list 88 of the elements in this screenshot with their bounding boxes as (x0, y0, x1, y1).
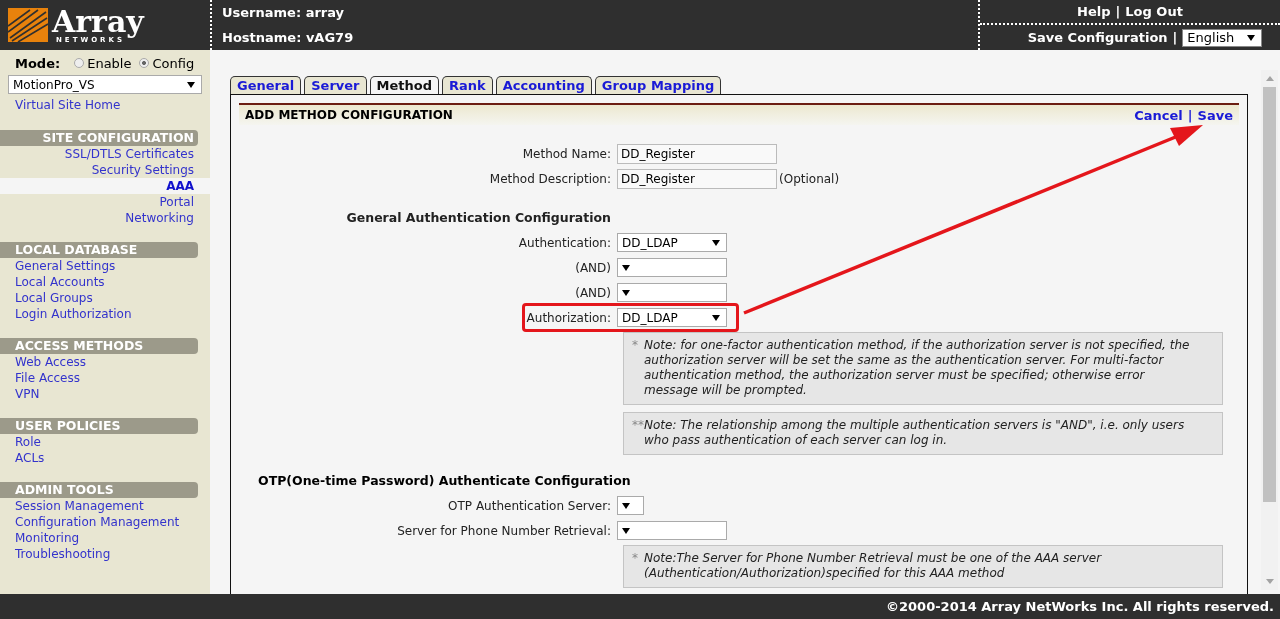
sidebar-item[interactable]: Local Accounts (0, 274, 210, 290)
select-field[interactable]: DD_LDAP (617, 233, 727, 252)
sidebar-item[interactable]: Troubleshooting (0, 546, 210, 562)
caret-icon (622, 502, 630, 509)
caret-icon (1247, 34, 1256, 41)
logo-wordmark: Array (52, 6, 144, 37)
section-heading: OTP(One-time Password) Authenticate Configuration (258, 473, 631, 488)
select-field[interactable]: DD_LDAP (617, 308, 727, 327)
sidebar-item[interactable]: Configuration Management (0, 514, 210, 530)
link-separator: | (1187, 107, 1193, 123)
language-select[interactable]: English (1182, 28, 1263, 47)
sidebar-item[interactable]: Monitoring (0, 530, 210, 546)
sidebar-item[interactable]: VPN (0, 386, 210, 402)
sidebar-item[interactable]: Security Settings (0, 162, 210, 178)
sidebar-item[interactable]: Login Authorization (0, 306, 210, 322)
caret-icon (622, 264, 630, 271)
panel-title: ADD METHOD CONFIGURATION (245, 108, 453, 122)
scroll-up-icon[interactable] (1265, 76, 1274, 81)
scrollbar[interactable] (1261, 70, 1278, 590)
tab[interactable]: Method (369, 76, 439, 94)
sidebar-item[interactable]: Web Access (0, 354, 210, 370)
sidebar-item[interactable]: Role (0, 434, 210, 450)
caret-icon (622, 289, 630, 296)
save-configuration-link[interactable]: Save Configuration (1027, 30, 1168, 45)
sidebar-item[interactable]: Networking (0, 210, 210, 226)
field-hint: (Optional) (779, 171, 840, 186)
caret-icon (187, 81, 195, 88)
note-text: Note: The relationship among the multiple authentication servers is "AND", i.e. only users who pass authentication of each server can log in. (644, 418, 1185, 447)
sidebar-item[interactable]: File Access (0, 370, 210, 386)
select-field[interactable] (617, 521, 727, 540)
section-heading: General Authentication Configuration (345, 210, 612, 225)
tab[interactable]: Server (304, 76, 367, 94)
mode-label: Mode: (15, 55, 61, 71)
select-field[interactable] (617, 496, 644, 515)
sidebar-item[interactable]: ACLs (0, 450, 210, 466)
note-marker: * (632, 551, 638, 566)
field-label: Server for Phone Number Retrieval: (396, 523, 612, 538)
input-field[interactable]: DD_Register (617, 143, 777, 164)
tab[interactable]: General (230, 76, 302, 94)
field-label: Method Name: (521, 146, 612, 161)
caret-icon (712, 239, 720, 246)
note-marker: ** (632, 418, 644, 433)
section-header: SITE CONFIGURATION (0, 130, 198, 146)
sidebar-item[interactable]: AAA (0, 178, 210, 194)
sidebar-item[interactable]: SSL/DTLS Certificates (0, 146, 210, 162)
link-separator: | (1115, 4, 1121, 19)
field-label: (AND) (574, 260, 612, 275)
sidebar-item[interactable]: Local Groups (0, 290, 210, 306)
section-header: USER POLICIES (0, 418, 198, 434)
caret-icon (712, 314, 720, 321)
tab[interactable]: Rank (441, 76, 493, 94)
note-text: Note:The Server for Phone Number Retrieval must be one of the AAA server (Authentication/Authorization)specified for this AAA method (644, 551, 1102, 580)
field-label: OTP Authentication Server: (447, 498, 612, 513)
save-link[interactable]: Save (1197, 107, 1233, 123)
cancel-link[interactable]: Cancel (1134, 107, 1183, 123)
logout-link[interactable]: Log Out (1125, 4, 1183, 19)
link-separator: | (1172, 30, 1178, 45)
note-text: Note: for one-factor authentication method, if the authorization server is not specified, the authorization server will be set the same as the authentication server. For multi-factor authentication method, the authorization server must be specified; otherwise error message will be prompted. (644, 338, 1190, 397)
tab[interactable]: Accounting (495, 76, 592, 94)
scrollbar-thumb[interactable] (1263, 87, 1276, 502)
logo-icon (8, 8, 48, 42)
username-label: Username: array (222, 5, 346, 20)
radio-button[interactable] (74, 58, 85, 68)
field-label: (AND) (574, 285, 612, 300)
input-field[interactable]: DD_Register (617, 168, 777, 189)
scroll-down-icon[interactable] (1265, 579, 1274, 584)
field-label: Authorization: (525, 310, 612, 325)
radio-button[interactable] (139, 58, 150, 68)
select-field[interactable] (617, 258, 727, 277)
select-field[interactable] (617, 283, 727, 302)
section-header: ACCESS METHODS (0, 338, 198, 354)
tab[interactable]: Group Mapping (594, 76, 722, 94)
help-link[interactable]: Help (1077, 4, 1111, 19)
hostname-label: Hostname: vAG79 (222, 30, 355, 45)
sidebar-item[interactable]: General Settings (0, 258, 210, 274)
sidebar-item[interactable]: Portal (0, 194, 210, 210)
sidebar-item[interactable]: Session Management (0, 498, 210, 514)
section-header: ADMIN TOOLS (0, 482, 198, 498)
mode-option-label[interactable]: Config (152, 55, 195, 71)
section-header: LOCAL DATABASE (0, 242, 198, 258)
virtual-site-home-link[interactable]: Virtual Site Home (0, 94, 210, 114)
field-label: Authentication: (517, 235, 612, 250)
mode-option-label[interactable]: Enable (87, 55, 132, 71)
caret-icon (622, 527, 630, 534)
site-select[interactable]: MotionPro_VS (8, 75, 202, 94)
copyright-text: ©2000-2014 Array NetWorks Inc. All rights reserved. (886, 599, 1274, 614)
field-label: Method Description: (488, 171, 612, 186)
note-marker: * (632, 338, 638, 353)
